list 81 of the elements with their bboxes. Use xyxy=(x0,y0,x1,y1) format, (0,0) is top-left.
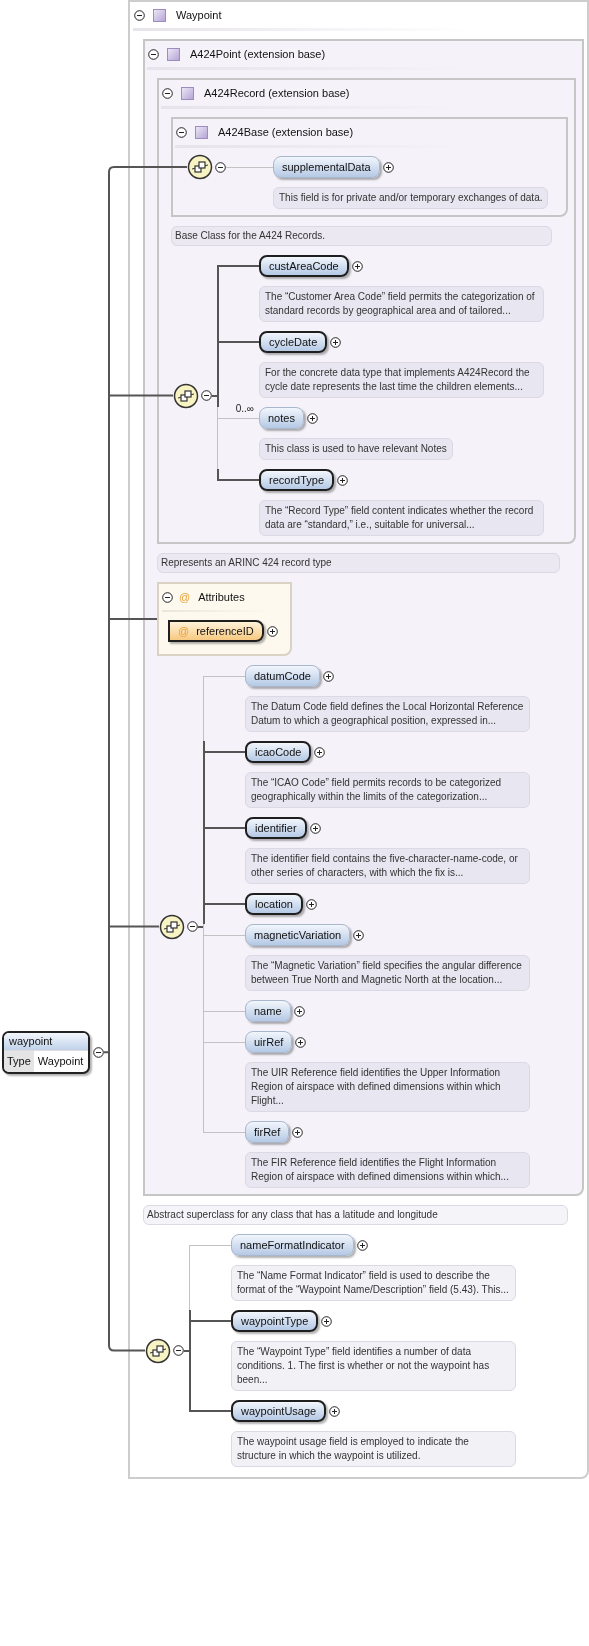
element-node[interactable]: location xyxy=(245,893,303,915)
documentation-note: Base Class for the A424 Records. xyxy=(171,226,552,246)
element-node[interactable]: waypointType xyxy=(231,1310,319,1332)
minus-icon[interactable] xyxy=(215,161,226,173)
plus-icon[interactable] xyxy=(322,670,334,682)
documentation-note: Represents an ARINC 424 record type xyxy=(157,553,560,573)
element-node[interactable]: custAreaCode xyxy=(259,255,349,277)
documentation-note: Abstract superclass for any class that has a latitude and longitude xyxy=(143,1205,568,1225)
element-node[interactable]: notes xyxy=(259,407,304,429)
complex-type-icon xyxy=(167,47,180,61)
documentation-note: The Datum Code field defines the Local Horizontal Reference Datum to which a geographical position, expressed in... xyxy=(245,696,530,732)
plus-icon[interactable] xyxy=(309,822,321,834)
element-node[interactable]: datumCode xyxy=(245,665,320,687)
plus-icon[interactable] xyxy=(330,336,342,348)
documentation-note: This field is for private and/or temporary exchanges of data. xyxy=(273,187,549,209)
element-node[interactable]: waypointUsage xyxy=(231,1400,327,1422)
sequence-icon xyxy=(145,1337,171,1364)
plus-icon[interactable] xyxy=(306,412,318,424)
plus-icon[interactable] xyxy=(293,1005,305,1017)
box-title: A424Base (extension base) xyxy=(218,124,354,140)
minus-icon[interactable] xyxy=(148,48,159,60)
type-label: Type xyxy=(4,1051,34,1072)
minus-icon[interactable] xyxy=(173,1345,184,1356)
complex-type-icon xyxy=(195,125,208,139)
box-title: A424Point (extension base) xyxy=(190,46,326,62)
minus-icon[interactable] xyxy=(176,126,187,138)
occurrence-label: 0..∞ xyxy=(235,402,254,416)
box-title: A424Record (extension base) xyxy=(204,85,350,101)
plus-icon[interactable] xyxy=(321,1315,333,1327)
at-sign-icon: @ xyxy=(179,588,191,606)
plus-icon[interactable] xyxy=(305,898,317,910)
element-node[interactable]: nameFormatIndicator xyxy=(231,1234,354,1256)
plus-icon[interactable] xyxy=(382,161,394,173)
documentation-note: The “ICAO Code” field permits records to be categorized geographically within the limits of the categorization... xyxy=(245,772,530,808)
documentation-note: The identifier field contains the five-character-name-code, or other series of characters, with which the fix is... xyxy=(245,848,530,884)
element-node[interactable]: recordType xyxy=(259,469,335,491)
attribute-node[interactable]: @ referenceID xyxy=(168,620,264,642)
element-node[interactable]: supplementalData xyxy=(273,156,380,178)
plus-icon[interactable] xyxy=(351,260,363,272)
sequence-icon xyxy=(187,154,213,180)
type-value: Waypoint xyxy=(36,1054,85,1069)
element-node[interactable]: icaoCode xyxy=(245,741,312,763)
documentation-note: For the concrete data type that implements A424Record the cycle date represents the last time the children elements... xyxy=(259,362,544,398)
sequence-icon xyxy=(173,382,199,409)
plus-icon[interactable] xyxy=(353,929,365,941)
documentation-note: The “Waypoint Type” field identifies a number of data conditions. 1. The first is whether or not the waypoint has been... xyxy=(231,1341,516,1391)
element-node[interactable]: cycleDate xyxy=(259,331,328,353)
minus-icon[interactable] xyxy=(93,1046,104,1058)
documentation-note: The “Record Type” field content indicates whether the record data are “standard,” i.e., suitable for universal... xyxy=(259,500,544,536)
plus-icon[interactable] xyxy=(356,1239,368,1251)
minus-icon[interactable] xyxy=(134,9,145,21)
complex-type-icon xyxy=(153,8,166,22)
documentation-note: The waypoint usage field is employed to indicate the structure in which the waypoint is utilized. xyxy=(231,1431,516,1467)
element-node[interactable]: name xyxy=(245,1000,291,1022)
plus-icon[interactable] xyxy=(337,474,349,486)
documentation-note: The FIR Reference field identifies the Flight Information Region of airspace with defined dimensions within which... xyxy=(245,1152,530,1188)
plus-icon[interactable] xyxy=(314,746,326,758)
documentation-note: The UIR Reference field identifies the Upper Information Region of airspace with defined dimensions within which Flight... xyxy=(245,1062,530,1112)
element-node[interactable]: firRef xyxy=(245,1121,290,1143)
documentation-note: This class is used to have relevant Notes xyxy=(259,438,453,460)
minus-icon[interactable] xyxy=(162,591,173,603)
minus-icon[interactable] xyxy=(201,390,212,401)
element-node[interactable]: uirRef xyxy=(245,1031,293,1053)
documentation-note: The “Name Format Indicator” field is used to describe the format of the “Waypoint Name/Description” field (5.43). This... xyxy=(231,1265,516,1301)
complex-type-icon xyxy=(181,86,194,100)
minus-icon[interactable] xyxy=(162,87,173,99)
minus-icon[interactable] xyxy=(187,921,198,932)
plus-icon[interactable] xyxy=(292,1126,304,1138)
plus-icon[interactable] xyxy=(295,1036,307,1048)
sequence-icon xyxy=(159,913,185,940)
element-name-header: waypoint xyxy=(4,1033,88,1050)
documentation-note: The “Magnetic Variation” field specifies the angular difference between True North and Magnetic North at the location... xyxy=(245,955,530,991)
box-title: Waypoint xyxy=(176,7,222,23)
at-sign-icon: @ xyxy=(178,622,190,640)
root-element-node[interactable]: waypoint Type Waypoint xyxy=(2,1031,90,1074)
plus-icon[interactable] xyxy=(329,1405,341,1417)
documentation-note: The “Customer Area Code” field permits the categorization of standard records by geographical area and of tailored... xyxy=(259,286,544,322)
element-node[interactable]: identifier xyxy=(245,817,307,839)
box-title: Attributes xyxy=(198,589,245,605)
element-node[interactable]: magneticVariation xyxy=(245,924,351,946)
plus-icon[interactable] xyxy=(266,625,278,637)
